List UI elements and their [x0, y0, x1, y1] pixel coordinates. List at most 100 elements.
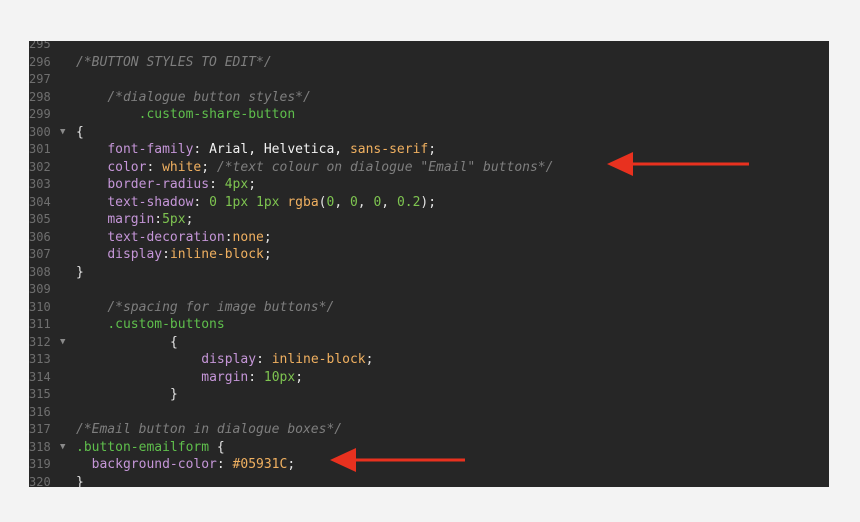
line-number: 319	[29, 457, 51, 471]
code-line[interactable]: 307 display:inline-block;	[29, 246, 829, 264]
code-token-punct: :	[146, 159, 163, 175]
line-number: 302	[29, 159, 51, 174]
code-line[interactable]: 309	[29, 281, 829, 299]
code-line[interactable]: 313 display: inline-block;	[29, 351, 829, 369]
code-token-punct: ;	[365, 352, 374, 367]
code-text: background-color: #05931C;	[76, 456, 296, 474]
line-number: 317	[29, 422, 51, 436]
code-token-punct: ;	[248, 177, 257, 192]
code-token-punct: ;	[428, 142, 437, 157]
line-number: 311	[29, 317, 51, 331]
code-text: /*BUTTON STYLES TO EDIT*/	[76, 54, 272, 72]
code-token-kw: white	[162, 159, 202, 175]
code-token-punct: :	[216, 457, 233, 472]
code-token-punct: {	[76, 124, 84, 140]
code-text: /*dialogue button styles*/	[76, 89, 311, 107]
code-line[interactable]: 308}	[29, 264, 829, 282]
code-token-kw: sans-serif	[349, 142, 429, 157]
code-token-punct: :	[193, 142, 210, 157]
code-token-kw: #05931C	[232, 457, 288, 472]
code-line[interactable]: 312 ▼ {	[29, 334, 829, 352]
line-number: 312	[29, 334, 51, 349]
code-text: border-radius: 4px;	[76, 176, 256, 194]
code-token-num: 5px	[162, 212, 186, 227]
code-editor[interactable]: 295 296 /*BUTTON STYLES TO EDIT*/ 297 298 /*d…	[29, 41, 829, 487]
code-text: .button-emailform {	[76, 439, 225, 457]
line-number: 316	[29, 404, 51, 419]
code-token-punct: ,	[334, 194, 350, 210]
code-token-punct: }	[76, 474, 84, 488]
fold-toggle-icon[interactable]: ▼	[60, 124, 65, 142]
code-token-punct: );	[420, 194, 437, 210]
code-line[interactable]: 306 text-decoration:none;	[29, 229, 829, 247]
code-line[interactable]: 295	[29, 41, 829, 54]
code-token-prop: font-family	[107, 142, 194, 157]
code-text: }	[76, 264, 84, 282]
code-token-prop: display	[201, 352, 257, 367]
code-text: font-family: Arial, Helvetica, sans-seri…	[76, 141, 436, 159]
code-text: text-decoration:none;	[76, 229, 271, 247]
fold-toggle-icon[interactable]: ▼	[60, 334, 65, 352]
code-line[interactable]: 299 .custom-share-button	[29, 106, 829, 124]
code-text: /*spacing for image buttons*/	[76, 299, 334, 317]
code-line[interactable]: 297	[29, 71, 829, 89]
code-text: {	[76, 124, 84, 142]
code-line[interactable]: 310 /*spacing for image buttons*/	[29, 299, 829, 317]
red-arrow-line-302	[607, 152, 749, 176]
code-token-prop: color	[107, 159, 147, 175]
code-line[interactable]: 305 margin:5px;	[29, 211, 829, 229]
code-token-num: 0	[349, 194, 358, 210]
line-number: 313	[29, 352, 51, 366]
code-text: display:inline-block;	[76, 246, 271, 264]
code-token-num: 4px	[224, 177, 249, 192]
code-token-punct: ;	[201, 159, 217, 175]
code-token-prop: text-shadow	[107, 194, 194, 210]
code-line[interactable]: 298 /*dialogue button styles*/	[29, 89, 829, 107]
code-token-punct: :	[162, 247, 170, 262]
code-text: .custom-share-button	[76, 106, 296, 124]
line-number: 318	[29, 439, 51, 454]
line-number: 305	[29, 212, 51, 226]
line-number: 299	[29, 107, 51, 121]
line-number: 320	[29, 474, 51, 488]
code-line[interactable]: 315}	[29, 386, 829, 404]
line-number: 304	[29, 194, 51, 209]
code-token-punct: :	[209, 177, 225, 192]
code-token-kw: rgba	[287, 194, 319, 210]
code-line[interactable]: 296 /*BUTTON STYLES TO EDIT*/	[29, 54, 829, 72]
code-text: /*Email button in dialogue boxes*/	[76, 421, 342, 439]
code-token-kw: inline-block	[169, 247, 264, 262]
fold-toggle-icon[interactable]: ▼	[60, 439, 65, 457]
code-token-num: 0.2	[396, 194, 421, 210]
code-line[interactable]: 311 .custom-buttons	[29, 316, 829, 334]
code-token-punct: :	[224, 229, 233, 245]
code-line[interactable]: 314 margin: 10px;	[29, 369, 829, 387]
code-line[interactable]: 300 ▼ {	[29, 124, 829, 142]
code-text: {	[76, 334, 178, 352]
code-token-selector: .custom-share-button	[138, 107, 296, 122]
code-token-kw: inline-block	[271, 352, 366, 367]
line-number: 310	[29, 299, 51, 314]
line-number: 314	[29, 369, 51, 384]
line-number: 300	[29, 124, 51, 139]
code-text: color: white; /*text colour on dialogue …	[76, 159, 553, 177]
code-token-prop: margin	[107, 212, 155, 227]
code-token-prop: margin	[201, 369, 249, 385]
code-token-comment: /*text colour on dialogue "Email" button…	[216, 159, 554, 175]
code-token-prop: display	[107, 247, 163, 262]
code-line[interactable]: 304 text-shadow: 0 1px 1px rgba(0, 0, 0, …	[29, 194, 829, 212]
line-number: 309	[29, 282, 51, 296]
code-text: .custom-buttons	[76, 316, 224, 334]
code-line[interactable]: 316	[29, 404, 829, 422]
code-token-val: Arial, Helvetica,	[209, 142, 350, 157]
code-token-num: 0 1px 1px	[209, 194, 288, 210]
code-token-selector: .button-emailform	[76, 439, 210, 455]
code-text: margin:5px;	[76, 211, 193, 229]
code-token-punct: :	[154, 212, 163, 227]
code-token-prop: background-color	[91, 457, 217, 472]
code-line[interactable]: 317 /*Email button in dialogue boxes*/	[29, 421, 829, 439]
line-number: 307	[29, 247, 51, 261]
code-token-num: 10px	[263, 369, 296, 385]
code-text: }	[76, 474, 84, 488]
code-line[interactable]: 320}	[29, 474, 829, 488]
